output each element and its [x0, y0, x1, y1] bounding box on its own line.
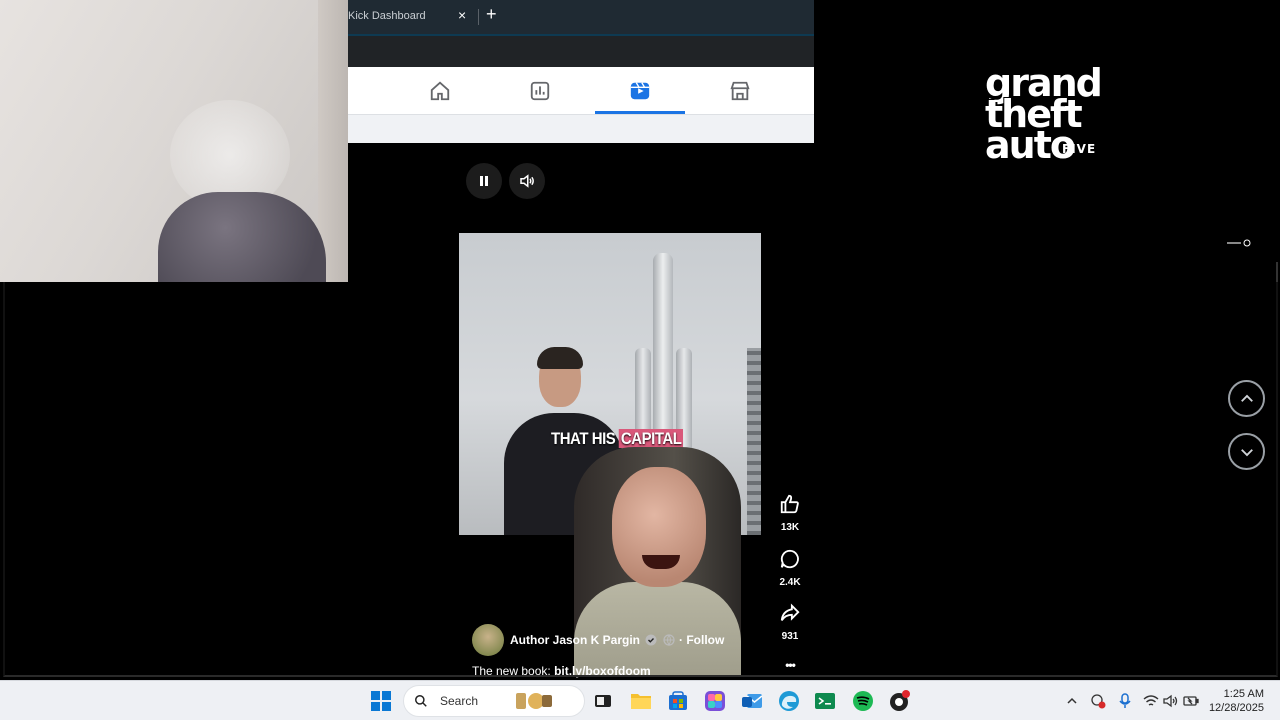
- spotify-icon: [853, 691, 873, 711]
- description-link[interactable]: bit.ly/boxofdoom: [554, 664, 651, 678]
- address-bar[interactable]: [348, 34, 814, 67]
- pause-icon: [480, 176, 488, 186]
- gta-five-badge: FIVE: [1062, 142, 1097, 156]
- search-icon: [415, 695, 427, 707]
- folder-icon: [631, 694, 651, 709]
- chevron-up-icon: [1240, 394, 1253, 402]
- taskbar-search[interactable]: Search: [403, 685, 585, 717]
- windows-icon: [371, 691, 391, 711]
- author-row: Author Jason K Pargin · Follow: [472, 624, 724, 656]
- video-caption: THAT HIS CAPITAL: [551, 429, 684, 449]
- webcam-overlay: [0, 0, 348, 282]
- chair-back: [158, 192, 326, 282]
- volume-button[interactable]: [509, 163, 545, 199]
- caption-text: THAT HIS: [551, 429, 620, 448]
- home-icon: [430, 81, 450, 100]
- caption-highlight: CAPITAL: [619, 429, 684, 448]
- person-hair: [537, 347, 583, 369]
- taskbar-clock[interactable]: 1:25 AM 12/28/2025: [1209, 687, 1264, 715]
- file-explorer-button[interactable]: [629, 689, 653, 713]
- share-button[interactable]: 931: [770, 602, 810, 642]
- copilot-button[interactable]: [703, 689, 727, 713]
- launch-tower: [747, 348, 761, 535]
- obs-icon: [890, 690, 910, 711]
- battery-button[interactable]: [1183, 693, 1199, 709]
- edge-icon: [779, 691, 799, 711]
- store-icon: [730, 81, 750, 100]
- edge-button[interactable]: [777, 689, 801, 713]
- avatar[interactable]: [472, 624, 504, 656]
- microphone-icon: [1119, 693, 1131, 708]
- like-button[interactable]: 13K: [770, 493, 810, 533]
- store-app-icon: [669, 691, 687, 710]
- nav-marketplace[interactable]: [695, 67, 785, 114]
- chevron-up-icon: [1067, 697, 1077, 704]
- taskbar: Search 1:25 AM 12/28/2025: [0, 680, 1280, 720]
- tray-app-icon[interactable]: [1090, 693, 1106, 709]
- globe-icon: [663, 634, 675, 646]
- next-reel-button[interactable]: [1228, 433, 1265, 470]
- microphone-button[interactable]: [1117, 693, 1133, 709]
- comment-count: 2.4K: [779, 577, 801, 588]
- tab-bar: Kick Dashboard × +: [348, 0, 814, 34]
- comment-icon: [780, 549, 799, 569]
- speaker-icon: [1163, 694, 1178, 708]
- more-options-button[interactable]: •••: [770, 658, 810, 672]
- like-count: 13K: [780, 522, 800, 533]
- nav-home[interactable]: [395, 67, 485, 114]
- clock-time: 1:25 AM: [1223, 688, 1264, 700]
- active-tab-indicator: [595, 111, 685, 114]
- tab-title[interactable]: Kick Dashboard: [348, 10, 426, 22]
- comment-button[interactable]: 2.4K: [770, 548, 810, 588]
- tab-separator: [478, 9, 479, 25]
- chevron-down-icon: [1240, 448, 1253, 456]
- share-icon: [780, 603, 800, 621]
- tray-overflow-button[interactable]: [1064, 693, 1080, 709]
- spotify-button[interactable]: [851, 689, 875, 713]
- facebook-nav: [348, 67, 814, 114]
- start-button[interactable]: [369, 689, 393, 713]
- wifi-icon: [1143, 695, 1159, 706]
- cloud-sync-icon: [1091, 694, 1106, 709]
- task-view-button[interactable]: [591, 689, 615, 713]
- browser-window: Kick Dashboard × +: [348, 0, 814, 143]
- search-highlight-icon: [516, 693, 553, 709]
- wifi-button[interactable]: [1143, 693, 1159, 709]
- reel-description: The new book: bit.ly/boxofdoom: [472, 664, 651, 678]
- volume-icon: [520, 174, 534, 188]
- store-button[interactable]: [666, 689, 690, 713]
- pause-button[interactable]: [466, 163, 502, 199]
- terminal-icon: [815, 693, 835, 709]
- thumbs-up-icon: [780, 494, 799, 514]
- overlay-close-icon[interactable]: [1227, 239, 1251, 247]
- task-view-icon: [595, 695, 611, 707]
- outlook-button[interactable]: [740, 689, 764, 713]
- presenter-face: [612, 467, 706, 587]
- obs-button[interactable]: [888, 689, 912, 713]
- tab-close-icon[interactable]: ×: [458, 7, 466, 23]
- window-frame-edge: [1276, 262, 1278, 282]
- description-text: The new book:: [472, 664, 555, 678]
- clock-date: 12/28/2025: [1208, 702, 1264, 714]
- new-tab-button[interactable]: +: [486, 4, 497, 25]
- follow-link[interactable]: · Follow: [679, 633, 724, 647]
- nav-reels[interactable]: [595, 67, 685, 114]
- share-count: 931: [781, 631, 799, 642]
- chart-icon: [530, 81, 550, 100]
- author-name[interactable]: Author Jason K Pargin: [510, 633, 640, 647]
- terminal-button[interactable]: [813, 689, 837, 713]
- mail-icon: [742, 694, 763, 708]
- previous-reel-button[interactable]: [1228, 380, 1265, 417]
- nav-dashboard[interactable]: [495, 67, 585, 114]
- volume-tray-button[interactable]: [1163, 693, 1179, 709]
- reels-icon: [630, 81, 650, 99]
- search-label: Search: [440, 694, 479, 708]
- battery-icon: [1183, 696, 1199, 706]
- verified-badge-icon: [645, 634, 657, 646]
- sub-bar: [348, 114, 814, 143]
- copilot-icon: [705, 691, 725, 711]
